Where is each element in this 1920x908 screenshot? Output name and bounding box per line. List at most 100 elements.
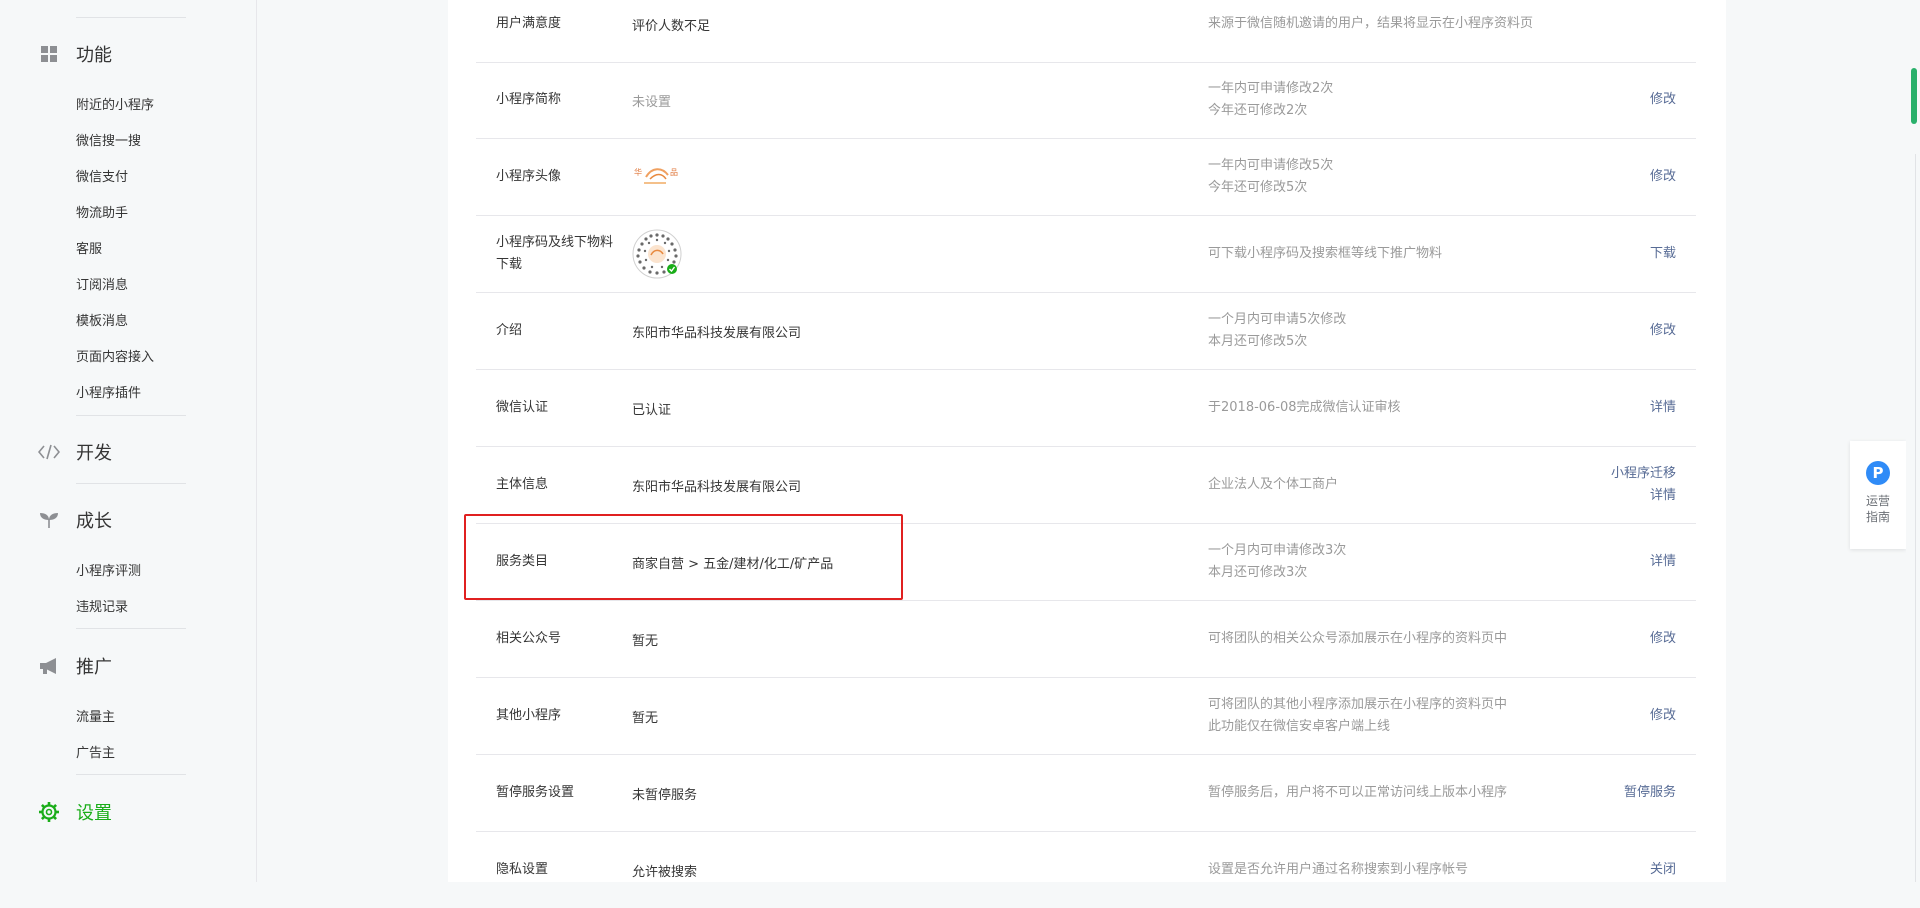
row-actions: 修改: [1650, 601, 1676, 677]
row-actions: 修改: [1650, 293, 1676, 369]
pause-service-link[interactable]: 暂停服务: [1624, 782, 1676, 804]
row-value: 暂无: [632, 633, 659, 649]
sidebar-item-template[interactable]: 模板消息: [76, 310, 128, 329]
sidebar-item-content-access[interactable]: 页面内容接入: [76, 346, 154, 365]
row-desc: 可将团队的相关公众号添加展示在小程序的资料页中: [1208, 631, 1508, 646]
row-label: 小程序简称: [496, 92, 562, 107]
row-label: 暂停服务设置: [496, 785, 575, 800]
row-actions: 暂停服务: [1624, 755, 1676, 831]
row-actions: 小程序迁移 详情: [1611, 447, 1676, 523]
scrollbar-thumb[interactable]: [1911, 68, 1917, 124]
row-desc: 一年内可申请修改2次 今年还可修改2次: [1208, 81, 1334, 118]
sidebar-section-functions[interactable]: 功能: [38, 41, 112, 67]
sidebar-section-label: 功能: [76, 45, 112, 66]
sidebar-item-logistics[interactable]: 物流助手: [76, 202, 128, 221]
row-label: 隐私设置: [496, 862, 549, 877]
row-desc: 于2018-06-08完成微信认证审核: [1208, 400, 1401, 415]
modify-link[interactable]: 修改: [1650, 705, 1676, 727]
logo-image: 华 品: [634, 167, 678, 184]
modify-link[interactable]: 修改: [1650, 320, 1676, 342]
row-desc: 可下载小程序码及搜索框等线下推广物料: [1208, 246, 1443, 261]
sidebar-item-advertiser[interactable]: 广告主: [76, 742, 115, 761]
row-actions: 下载: [1650, 216, 1676, 292]
row-label: 用户满意度: [496, 16, 562, 31]
settings-row-privacy: 隐私设置 允许被搜索 设置是否允许用户通过名称搜索到小程序帐号 关闭: [476, 832, 1696, 908]
row-desc: 企业法人及个体工商户: [1208, 477, 1339, 492]
row-actions: 关闭: [1650, 832, 1676, 908]
sidebar-item-subscribe[interactable]: 订阅消息: [76, 274, 128, 293]
modify-link[interactable]: 修改: [1650, 166, 1676, 188]
operations-guide-widget[interactable]: P 运营指南: [1850, 441, 1906, 549]
settings-row-qrcode: 小程序码及线下物料下载 可下载小程序码及搜索框等线下推广物料 下载: [476, 216, 1696, 293]
row-actions: 修改: [1650, 62, 1676, 138]
settings-row-pause-service: 暂停服务设置 未暂停服务 暂停服务后，用户将不可以正常访问线上版本小程序 暂停服…: [476, 755, 1696, 832]
sidebar-divider: [76, 415, 186, 416]
sidebar-section-develop[interactable]: 开发: [38, 439, 112, 465]
details-link[interactable]: 详情: [1650, 397, 1676, 419]
row-label: 微信认证: [496, 400, 549, 415]
row-desc: 可将团队的其他小程序添加展示在小程序的资料页中 此功能仅在微信安卓客户端上线: [1208, 697, 1508, 734]
row-actions: 修改: [1650, 139, 1676, 215]
row-desc: 设置是否允许用户通过名称搜索到小程序帐号: [1208, 862, 1469, 877]
download-link[interactable]: 下载: [1650, 243, 1676, 265]
sidebar-section-label: 推广: [76, 657, 112, 678]
sidebar-section-settings[interactable]: 设置: [38, 799, 112, 825]
sprout-icon: [38, 509, 60, 531]
svg-text:华: 华: [634, 167, 642, 177]
sidebar-section-label: 开发: [76, 443, 112, 464]
row-value: 允许被搜索: [632, 864, 698, 880]
sidebar-item-customer-service[interactable]: 客服: [76, 238, 102, 257]
settings-row-short-name: 小程序简称 未设置 一年内可申请修改2次 今年还可修改2次 修改: [476, 62, 1696, 139]
row-actions: 详情: [1650, 370, 1676, 446]
row-value: 评价人数不足: [632, 18, 711, 34]
scrollbar-track-line: [1915, 154, 1916, 882]
row-value: 未设置: [632, 94, 672, 110]
sidebar-item-plugins[interactable]: 小程序插件: [76, 382, 141, 401]
row-label: 主体信息: [496, 477, 549, 492]
settings-row-other-mini-programs: 其他小程序 暂无 可将团队的其他小程序添加展示在小程序的资料页中 此功能仅在微信…: [476, 678, 1696, 755]
settings-row-certification: 微信认证 已认证 于2018-06-08完成微信认证审核 详情: [476, 370, 1696, 447]
svg-text:品: 品: [670, 168, 678, 177]
mini-program-code-image: [632, 229, 682, 279]
row-label: 小程序头像: [496, 169, 562, 184]
sidebar-item-nearby[interactable]: 附近的小程序: [76, 94, 154, 113]
row-label: 介绍: [496, 323, 523, 338]
gear-icon: [38, 801, 60, 823]
row-desc: 暂停服务后，用户将不可以正常访问线上版本小程序: [1208, 785, 1508, 800]
sidebar-divider: [76, 17, 186, 18]
sidebar-divider: [76, 483, 186, 484]
close-link[interactable]: 关闭: [1650, 859, 1676, 881]
row-value: 东阳市华品科技发展有限公司: [632, 325, 802, 341]
row-actions: 修改: [1650, 678, 1676, 754]
settings-row-entity: 主体信息 东阳市华品科技发展有限公司 企业法人及个体工商户 小程序迁移 详情: [476, 447, 1696, 524]
migrate-link[interactable]: 小程序迁移: [1611, 463, 1676, 485]
sidebar-item-traffic-owner[interactable]: 流量主: [76, 706, 115, 725]
row-desc: 来源于微信随机邀请的用户，结果将显示在小程序资料页: [1208, 16, 1534, 31]
sidebar-item-search[interactable]: 微信搜一搜: [76, 130, 141, 149]
row-label: 其他小程序: [496, 708, 562, 723]
row-actions: 详情: [1650, 524, 1676, 600]
settings-row-intro: 介绍 东阳市华品科技发展有限公司 一个月内可申请5次修改 本月还可修改5次 修改: [476, 293, 1696, 370]
guide-badge-icon: P: [1866, 461, 1890, 485]
row-value: 暂无: [632, 710, 659, 726]
sidebar-section-label: 设置: [76, 803, 112, 824]
page-scrollbar[interactable]: [1906, 0, 1920, 882]
settings-row-avatar: 小程序头像 华 品 一年内可申请修改5次 今年还可修改5次 修改: [476, 139, 1696, 216]
settings-row-official-accounts: 相关公众号 暂无 可将团队的相关公众号添加展示在小程序的资料页中 修改: [476, 601, 1696, 678]
avatar-image: 华 品: [632, 139, 680, 215]
sidebar-item-review[interactable]: 小程序评测: [76, 560, 141, 579]
sidebar-divider: [76, 774, 186, 775]
row-label: 小程序码及线下物料下载: [496, 235, 614, 272]
row-desc: 一个月内可申请修改3次 本月还可修改3次: [1208, 543, 1347, 580]
details-link[interactable]: 详情: [1650, 485, 1676, 507]
sidebar-item-violations[interactable]: 违规记录: [76, 596, 128, 615]
sidebar-item-pay[interactable]: 微信支付: [76, 166, 128, 185]
row-desc: 一年内可申请修改5次 今年还可修改5次: [1208, 158, 1334, 195]
modify-link[interactable]: 修改: [1650, 628, 1676, 650]
sidebar-section-growth[interactable]: 成长: [38, 507, 112, 533]
details-link[interactable]: 详情: [1650, 551, 1676, 573]
row-value: 未暂停服务: [632, 787, 698, 803]
sidebar: 功能 附近的小程序 微信搜一搜 微信支付 物流助手 客服 订阅消息 模板消息 页…: [0, 0, 257, 882]
modify-link[interactable]: 修改: [1650, 89, 1676, 111]
sidebar-section-promotion[interactable]: 推广: [38, 653, 112, 679]
